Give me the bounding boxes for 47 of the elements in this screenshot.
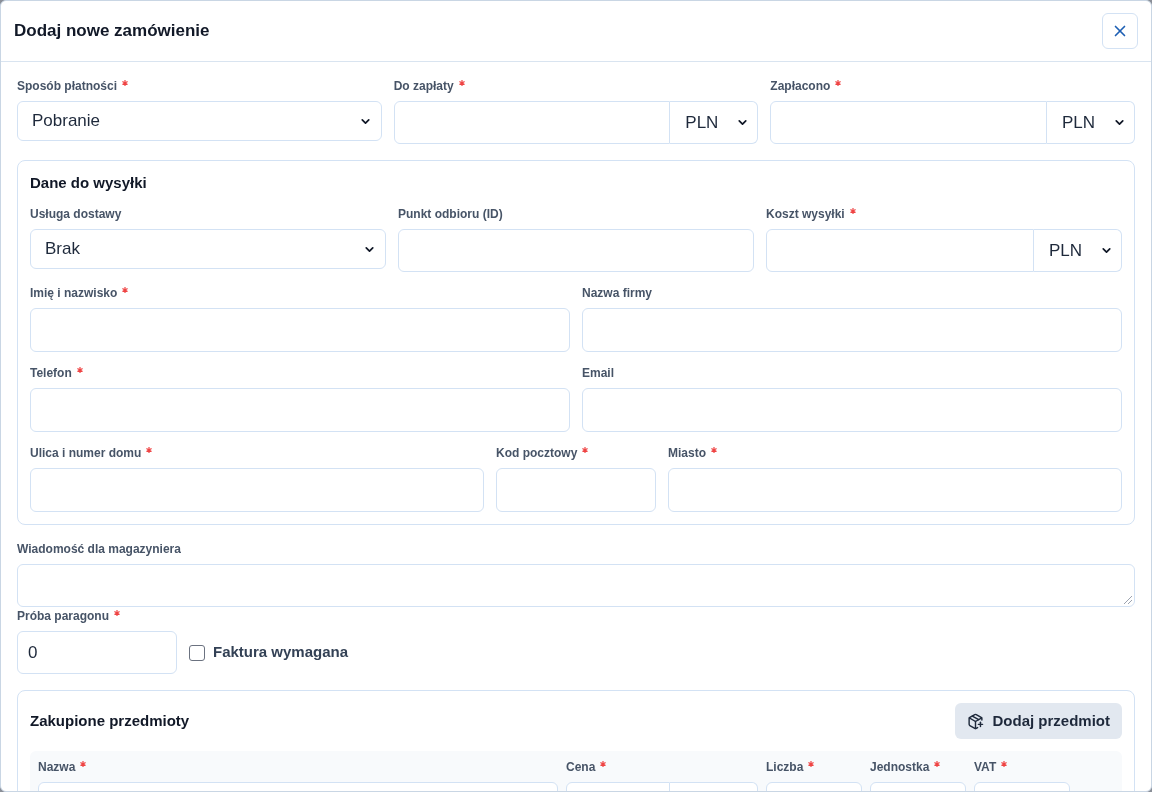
field-label: Zapłacono bbox=[770, 78, 831, 94]
select-field[interactable]: Pobranie bbox=[17, 101, 382, 141]
field-label: Próba paragonu bbox=[17, 608, 109, 624]
field-label: Kod pocztowy bbox=[496, 445, 578, 461]
text-input[interactable]: 0 bbox=[17, 631, 177, 674]
text-input[interactable] bbox=[582, 308, 1122, 352]
amount-input[interactable] bbox=[770, 101, 1047, 144]
section-title: Zakupione przedmioty bbox=[30, 710, 190, 731]
field-label: Do zapłaty bbox=[393, 78, 454, 94]
field-label: Usługa dostawy bbox=[30, 206, 122, 222]
text-input[interactable] bbox=[30, 468, 484, 512]
field-label: Punkt odbioru (ID) bbox=[398, 206, 503, 222]
amount-input[interactable] bbox=[393, 101, 671, 144]
text-input[interactable] bbox=[668, 468, 1122, 512]
field-label: VAT bbox=[974, 759, 997, 775]
field-label: Miasto bbox=[668, 445, 706, 461]
field-label: Koszt wysyłki bbox=[766, 206, 845, 222]
textarea-field[interactable] bbox=[17, 564, 1135, 607]
text-input[interactable] bbox=[30, 388, 570, 432]
currency-select[interactable]: PLN bbox=[1047, 101, 1135, 144]
field-label: Email bbox=[582, 365, 614, 381]
dialog-title: Dodaj nowe zamówienie bbox=[14, 20, 210, 43]
field-label: Telefon bbox=[30, 365, 72, 381]
field-label: Wiadomość dla magazyniera bbox=[17, 541, 181, 557]
field-label: Imię i nazwisko bbox=[30, 285, 118, 301]
checkbox-label[interactable]: Faktura wymagana bbox=[213, 641, 349, 664]
field-label: Nazwa firmy bbox=[582, 285, 653, 301]
checkbox[interactable] bbox=[189, 644, 205, 661]
field-label: Sposób płatności bbox=[17, 78, 117, 94]
close-button[interactable] bbox=[1102, 13, 1138, 49]
text-input[interactable] bbox=[398, 229, 754, 272]
currency-select[interactable]: PLN bbox=[670, 101, 759, 144]
text-input[interactable] bbox=[30, 308, 570, 352]
field-label: Nazwa bbox=[38, 759, 76, 775]
amount-input[interactable] bbox=[766, 229, 1034, 272]
currency-select[interactable]: PLN bbox=[1034, 229, 1122, 272]
text-input[interactable] bbox=[582, 388, 1122, 432]
resize-grip-icon bbox=[1124, 596, 1132, 604]
add-item-button[interactable]: Dodaj przedmiot bbox=[955, 703, 1122, 739]
field-label: Ulica i numer domu bbox=[30, 445, 142, 461]
field-label: Cena bbox=[566, 759, 596, 775]
section-title: Dane do wysyłki bbox=[30, 173, 148, 193]
select-field[interactable]: Brak bbox=[30, 229, 386, 269]
field-label: Liczba bbox=[766, 759, 804, 775]
text-input[interactable] bbox=[496, 468, 656, 512]
field-label: Jednostka bbox=[870, 759, 930, 775]
box-plus-icon bbox=[967, 712, 985, 730]
